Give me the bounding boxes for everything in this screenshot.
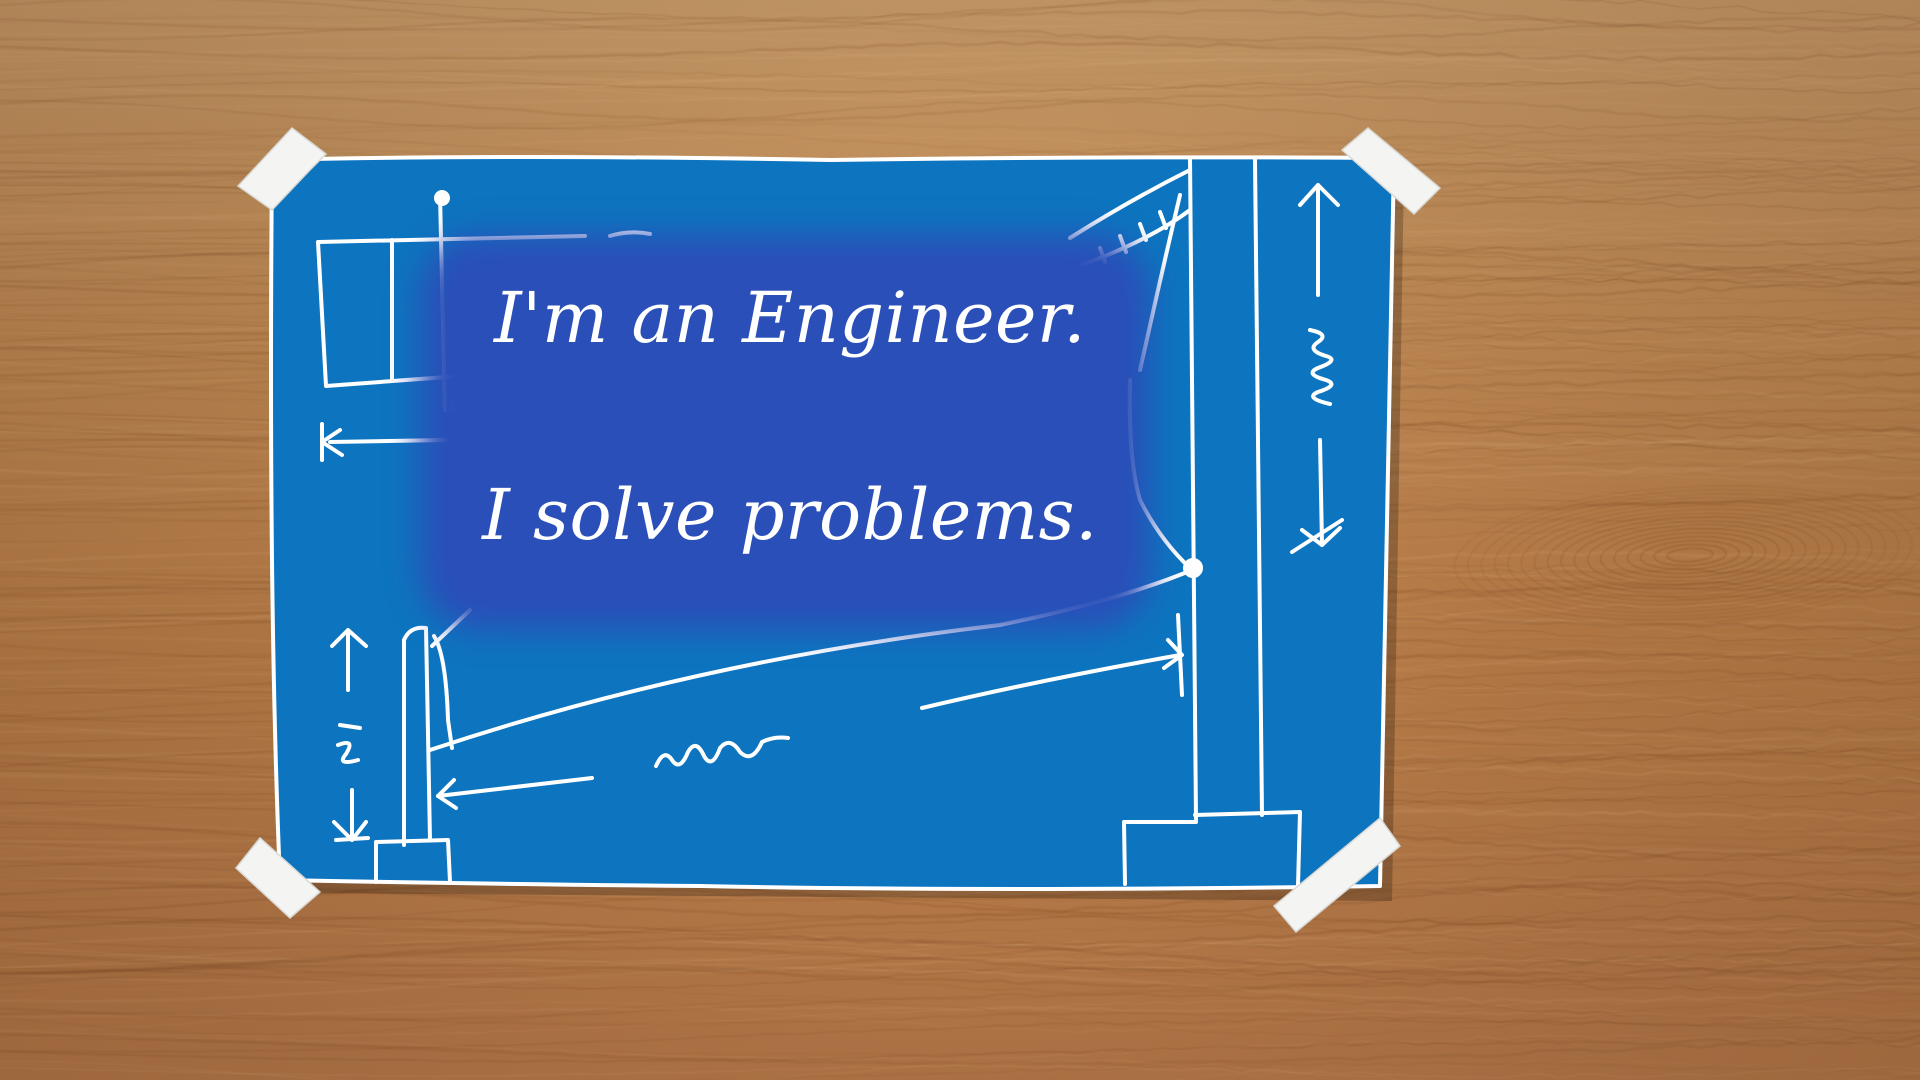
caption-line-2: I solve problems. — [482, 474, 1098, 556]
caption-line-1: I'm an Engineer. — [494, 277, 1086, 359]
scene: I'm an Engineer. I solve problems. — [0, 0, 1920, 1080]
